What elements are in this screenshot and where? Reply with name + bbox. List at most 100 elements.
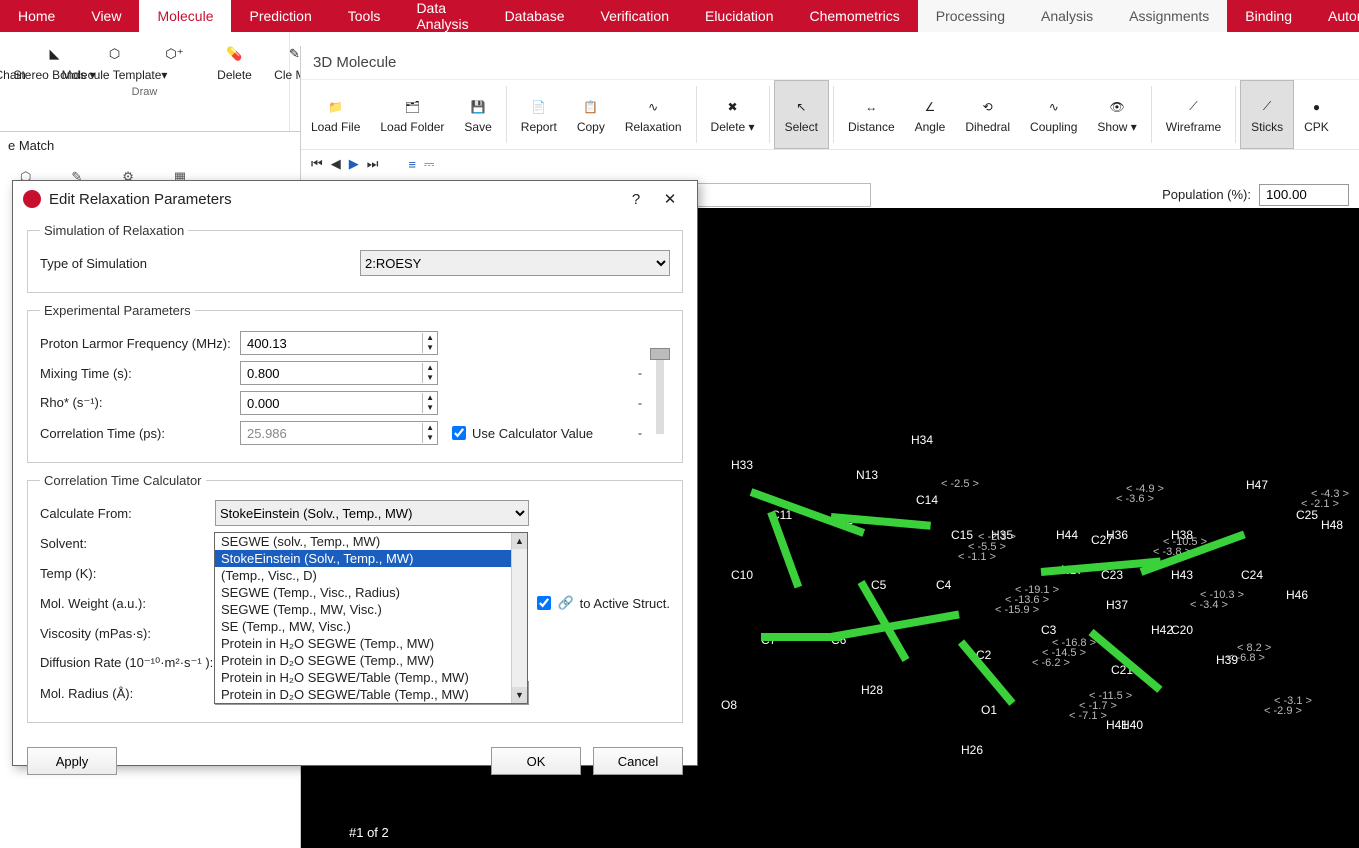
- atom-label: H42: [1151, 623, 1173, 637]
- population-input[interactable]: [1259, 184, 1349, 206]
- distance-icon: ↔: [860, 96, 882, 118]
- scroll-up-icon[interactable]: ▲: [512, 533, 527, 549]
- 3d-delete-button[interactable]: ✖Delete ▾: [701, 80, 765, 149]
- atom-label: C24: [1241, 568, 1263, 582]
- menu-tab-analysis[interactable]: Analysis: [1023, 0, 1111, 32]
- bond: [1088, 629, 1162, 693]
- menu-tab-chemometrics[interactable]: Chemometrics: [791, 0, 917, 32]
- 3d-select-button[interactable]: ↖Select: [774, 80, 829, 149]
- active-struct-checkbox[interactable]: [537, 596, 551, 610]
- atom-label: H40: [1121, 718, 1143, 732]
- scroll-down-icon[interactable]: ▼: [512, 687, 527, 703]
- 3d-load-folder-button[interactable]: 🗂Load Folder: [370, 80, 454, 149]
- noe-label: < -11.5 >: [1089, 690, 1132, 702]
- save-icon: 💾: [467, 96, 489, 118]
- 3d-copy-button[interactable]: 📋Copy: [567, 80, 615, 149]
- calc-from-select[interactable]: StokeEinstein (Solv., Temp., MW): [215, 500, 529, 526]
- apply-button[interactable]: Apply: [27, 747, 117, 775]
- menu-tab-processing[interactable]: Processing: [918, 0, 1023, 32]
- show-icon: 👁: [1106, 96, 1128, 118]
- help-button[interactable]: ?: [619, 185, 653, 213]
- atom-label: H48: [1321, 518, 1343, 532]
- mix-slider-track[interactable]: [656, 354, 664, 434]
- menu-tab-elucidation[interactable]: Elucidation: [687, 0, 792, 32]
- play-icon[interactable]: ▶: [349, 156, 359, 172]
- radius-label: Mol. Radius (Å):: [40, 686, 215, 701]
- 3d-report-button[interactable]: 📄Report: [511, 80, 567, 149]
- link-icon: 🔗: [557, 595, 573, 611]
- 3d-relaxation-button[interactable]: ∿Relaxation: [615, 80, 692, 149]
- visc-label: Viscosity (mPas·s):: [40, 626, 215, 641]
- dropdown-option[interactable]: Protein in D₂O SEGWE/Table (Temp., MW): [215, 686, 527, 703]
- menu-tab-binding[interactable]: Binding: [1227, 0, 1310, 32]
- stack-icon[interactable]: ≡: [408, 157, 416, 172]
- close-button[interactable]: ✕: [653, 185, 687, 213]
- dropdown-option[interactable]: Protein in H₂O SEGWE (Temp., MW): [215, 635, 527, 652]
- dropdown-option[interactable]: (Temp., Visc., D): [215, 567, 527, 584]
- atom-label: H43: [1171, 568, 1193, 582]
- report-icon: 📄: [528, 96, 550, 118]
- 3d-show-button[interactable]: 👁Show ▾: [1087, 80, 1146, 149]
- larmor-input[interactable]: ▲▼: [240, 331, 438, 355]
- 3d-distance-button[interactable]: ↔Distance: [838, 80, 905, 149]
- menu-tab-home[interactable]: Home: [0, 0, 73, 32]
- dropdown-option[interactable]: SEGWE (Temp., Visc., Radius): [215, 584, 527, 601]
- ribbon-icon: ◣: [41, 40, 69, 68]
- menu-tab-data-analysis[interactable]: Data Analysis: [398, 0, 486, 32]
- ribbon-icon[interactable]: ⬡⁺: [145, 36, 205, 86]
- use-calc-checkbox[interactable]: [452, 426, 466, 440]
- dropdown-option[interactable]: SE (Temp., MW, Visc.): [215, 618, 527, 635]
- menu-tab-prediction[interactable]: Prediction: [231, 0, 329, 32]
- noe-label: < -2.3 >: [978, 531, 1016, 543]
- noe-label: < -10.3 >: [1200, 589, 1244, 601]
- mix-slider-thumb[interactable]: [650, 348, 670, 360]
- 3d-sticks-button[interactable]: ⟋Sticks: [1240, 80, 1294, 149]
- dihedral-icon: ⟲: [977, 96, 999, 118]
- dialog-titlebar: Edit Relaxation Parameters ? ✕: [13, 181, 697, 217]
- menu-tab-automation[interactable]: Automation: [1310, 0, 1359, 32]
- load-file-icon: 📁: [325, 96, 347, 118]
- match-title: e Match: [0, 132, 300, 159]
- 3d-dihedral-button[interactable]: ⟲Dihedral: [955, 80, 1020, 149]
- menu-tab-database[interactable]: Database: [487, 0, 583, 32]
- angle-icon: ∠: [919, 96, 941, 118]
- dropdown-option[interactable]: Protein in D₂O SEGWE (Temp., MW): [215, 652, 527, 669]
- cancel-button[interactable]: Cancel: [593, 747, 683, 775]
- menu-tab-verification[interactable]: Verification: [583, 0, 687, 32]
- 3d-angle-button[interactable]: ∠Angle: [905, 80, 956, 149]
- calculator-legend: Correlation Time Calculator: [40, 473, 206, 488]
- prev-icon[interactable]: ◀: [331, 156, 341, 172]
- menu-tab-tools[interactable]: Tools: [330, 0, 399, 32]
- menu-tab-assignments[interactable]: Assignments: [1111, 0, 1227, 32]
- 3d-coupling-button[interactable]: ∿Coupling: [1020, 80, 1087, 149]
- mixing-input[interactable]: ▲▼: [240, 361, 438, 385]
- 3d-wireframe-button[interactable]: ⟋Wireframe: [1156, 80, 1231, 149]
- ribbon-delete[interactable]: 💊Delete: [205, 36, 265, 86]
- ok-button[interactable]: OK: [491, 747, 581, 775]
- anchor-icon[interactable]: ⎓: [424, 156, 434, 172]
- menu-tab-view[interactable]: View: [73, 0, 139, 32]
- corr-input: ▲▼: [240, 421, 438, 445]
- ribbon-group-title: Draw: [132, 86, 158, 102]
- sticks-icon: ⟋: [1256, 96, 1278, 118]
- app-logo-icon: [23, 190, 41, 208]
- dropdown-option[interactable]: SEGWE (solv., Temp., MW): [215, 533, 527, 550]
- relaxation-dialog: Edit Relaxation Parameters ? ✕ Simulatio…: [12, 180, 698, 766]
- wireframe-icon: ⟋: [1182, 96, 1204, 118]
- first-icon[interactable]: ⏮: [311, 156, 323, 172]
- dropdown-scrollbar[interactable]: ▲ ▼: [511, 533, 527, 703]
- next-icon[interactable]: ⏭: [367, 156, 379, 172]
- dropdown-option[interactable]: Protein in H₂O SEGWE/Table (Temp., MW): [215, 669, 527, 686]
- rho-input[interactable]: ▲▼: [240, 391, 438, 415]
- noe-label: < -3.6 >: [1116, 493, 1154, 505]
- 3d-save-button[interactable]: 💾Save: [454, 80, 501, 149]
- noe-label: < -5.5 >: [968, 541, 1006, 553]
- calc-from-dropdown[interactable]: SEGWE (solv., Temp., MW)StokeEinstein (S…: [214, 532, 528, 704]
- dropdown-option[interactable]: StokeEinstein (Solv., Temp., MW): [215, 550, 527, 567]
- dropdown-option[interactable]: SEGWE (Temp., MW, Visc.): [215, 601, 527, 618]
- 3d-load-file-button[interactable]: 📁Load File: [301, 80, 370, 149]
- 3d-cpk-button[interactable]: ●CPK: [1294, 80, 1339, 149]
- menu-tab-molecule[interactable]: Molecule: [139, 0, 231, 32]
- ribbon-molecule-template-[interactable]: ⬡Molecule Template▾: [85, 36, 145, 86]
- sim-type-select[interactable]: 2:ROESY: [360, 250, 670, 276]
